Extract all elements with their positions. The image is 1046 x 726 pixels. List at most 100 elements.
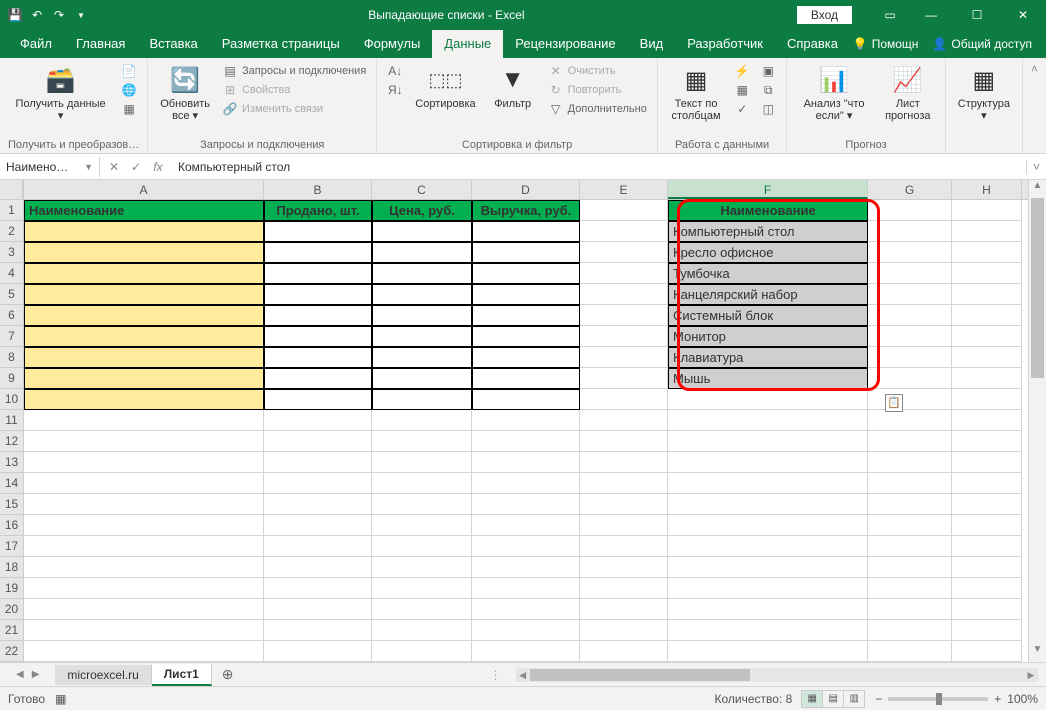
cell-A22[interactable] xyxy=(24,641,264,662)
cell-H8[interactable] xyxy=(952,347,1022,368)
col-header-D[interactable]: D xyxy=(472,180,580,199)
cell-E13[interactable] xyxy=(580,452,668,473)
cell-E10[interactable] xyxy=(580,389,668,410)
formula-input[interactable]: Компьютерный стол xyxy=(172,157,1026,177)
cell-E12[interactable] xyxy=(580,431,668,452)
queries-button[interactable]: ▤Запросы и подключения xyxy=(220,62,368,80)
cell-C7[interactable] xyxy=(372,326,472,347)
cell-B6[interactable] xyxy=(264,305,372,326)
paste-options-icon[interactable]: 📋 xyxy=(885,394,903,412)
row-header-9[interactable]: 9 xyxy=(0,368,23,389)
cell-A18[interactable] xyxy=(24,557,264,578)
cell-C16[interactable] xyxy=(372,515,472,536)
advanced-filter-button[interactable]: ▽Дополнительно xyxy=(546,100,649,118)
cell-E16[interactable] xyxy=(580,515,668,536)
cell-G12[interactable] xyxy=(868,431,952,452)
consolidate-button[interactable]: ▣ xyxy=(758,62,778,80)
cell-D3[interactable] xyxy=(472,242,580,263)
cell-E2[interactable] xyxy=(580,221,668,242)
cell-H14[interactable] xyxy=(952,473,1022,494)
cell-D11[interactable] xyxy=(472,410,580,431)
cell-E8[interactable] xyxy=(580,347,668,368)
cell-H19[interactable] xyxy=(952,578,1022,599)
cell-B20[interactable] xyxy=(264,599,372,620)
cell-D13[interactable] xyxy=(472,452,580,473)
cell-B4[interactable] xyxy=(264,263,372,284)
sheet-tab-list1[interactable]: Лист1 xyxy=(152,664,212,686)
cell-H15[interactable] xyxy=(952,494,1022,515)
cell-C5[interactable] xyxy=(372,284,472,305)
cell-G15[interactable] xyxy=(868,494,952,515)
cell-G16[interactable] xyxy=(868,515,952,536)
zoom-slider[interactable] xyxy=(888,697,988,701)
properties-button[interactable]: ⊞Свойства xyxy=(220,81,368,99)
row-header-12[interactable]: 12 xyxy=(0,431,23,452)
cell-A2[interactable] xyxy=(24,221,264,242)
cell-H16[interactable] xyxy=(952,515,1022,536)
expand-formula-icon[interactable]: ˅ xyxy=(1026,160,1046,174)
cell-G17[interactable] xyxy=(868,536,952,557)
sheet-nav-next-icon[interactable]: ▶ xyxy=(32,669,40,680)
cancel-formula-icon[interactable]: ✕ xyxy=(106,160,122,174)
cell-H20[interactable] xyxy=(952,599,1022,620)
cell-C1[interactable]: Цена, руб. xyxy=(372,200,472,221)
tab-view[interactable]: Вид xyxy=(628,30,676,58)
cell-D19[interactable] xyxy=(472,578,580,599)
cell-H11[interactable] xyxy=(952,410,1022,431)
cell-A12[interactable] xyxy=(24,431,264,452)
macro-record-icon[interactable]: ▦ xyxy=(55,692,66,706)
col-header-H[interactable]: H xyxy=(952,180,1022,199)
row-header-11[interactable]: 11 xyxy=(0,410,23,431)
cell-D21[interactable] xyxy=(472,620,580,641)
tell-me-button[interactable]: 💡Помощн xyxy=(853,37,919,51)
cell-C19[interactable] xyxy=(372,578,472,599)
row-header-16[interactable]: 16 xyxy=(0,515,23,536)
col-header-F[interactable]: F xyxy=(668,180,868,199)
cell-E6[interactable] xyxy=(580,305,668,326)
cell-H22[interactable] xyxy=(952,641,1022,662)
cell-D14[interactable] xyxy=(472,473,580,494)
col-header-A[interactable]: A xyxy=(24,180,264,199)
cell-G22[interactable] xyxy=(868,641,952,662)
cell-B21[interactable] xyxy=(264,620,372,641)
cell-E22[interactable] xyxy=(580,641,668,662)
filter-button[interactable]: ▼ Фильтр xyxy=(486,62,540,112)
reapply-button[interactable]: ↻Повторить xyxy=(546,81,649,99)
cell-D7[interactable] xyxy=(472,326,580,347)
zoom-out-button[interactable]: − xyxy=(875,692,882,706)
cell-G20[interactable] xyxy=(868,599,952,620)
cell-H9[interactable] xyxy=(952,368,1022,389)
cell-E20[interactable] xyxy=(580,599,668,620)
cell-A10[interactable] xyxy=(24,389,264,410)
row-header-22[interactable]: 22 xyxy=(0,641,23,662)
name-box[interactable]: Наимено…▼ xyxy=(0,157,100,177)
cell-A13[interactable] xyxy=(24,452,264,473)
cell-B14[interactable] xyxy=(264,473,372,494)
cell-D12[interactable] xyxy=(472,431,580,452)
cell-B22[interactable] xyxy=(264,641,372,662)
cell-H12[interactable] xyxy=(952,431,1022,452)
cell-B15[interactable] xyxy=(264,494,372,515)
cell-C22[interactable] xyxy=(372,641,472,662)
cell-D10[interactable] xyxy=(472,389,580,410)
cell-A5[interactable] xyxy=(24,284,264,305)
cell-F7[interactable]: Монитор xyxy=(668,326,868,347)
fx-icon[interactable]: fx xyxy=(150,160,166,174)
text-to-columns-button[interactable]: ▦ Текст по столбцам xyxy=(666,62,726,124)
cell-B3[interactable] xyxy=(264,242,372,263)
cell-C8[interactable] xyxy=(372,347,472,368)
cell-A9[interactable] xyxy=(24,368,264,389)
cell-H6[interactable] xyxy=(952,305,1022,326)
cell-F10[interactable] xyxy=(668,389,868,410)
cell-D18[interactable] xyxy=(472,557,580,578)
tab-home[interactable]: Главная xyxy=(64,30,137,58)
chevron-down-icon[interactable]: ▼ xyxy=(84,162,93,172)
col-header-G[interactable]: G xyxy=(868,180,952,199)
cell-B9[interactable] xyxy=(264,368,372,389)
relationships-button[interactable]: ⧉ xyxy=(758,81,778,99)
sort-asc-button[interactable]: A↓ xyxy=(385,62,405,80)
cell-F22[interactable] xyxy=(668,641,868,662)
cell-H21[interactable] xyxy=(952,620,1022,641)
login-button[interactable]: Вход xyxy=(797,6,852,24)
cell-H10[interactable] xyxy=(952,389,1022,410)
